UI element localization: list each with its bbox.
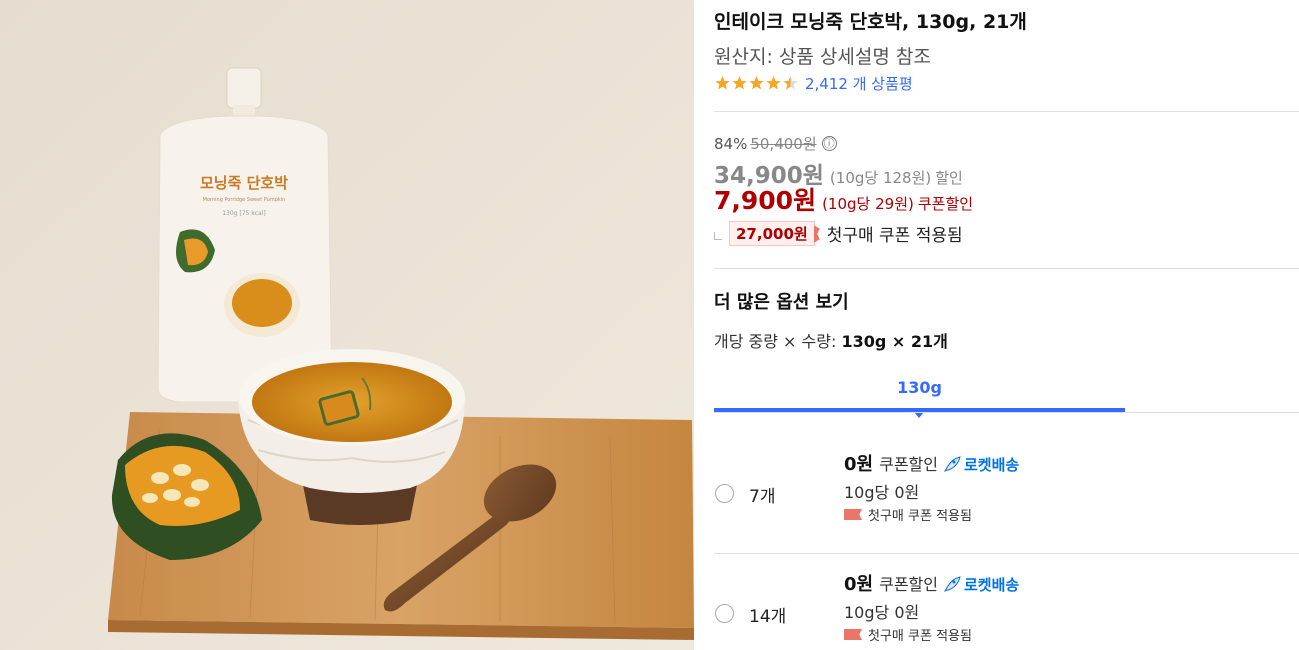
star-icon <box>749 76 764 90</box>
product-image: 모닝죽 단호박 Morning Porridge Sweet Pumpkin 1… <box>0 0 694 650</box>
info-icon[interactable]: ⓘ <box>821 136 837 151</box>
coupon-price: 7,900원 <box>714 186 817 215</box>
product-title: 인테이크 모닝죽 단호박, 130g, 21개 <box>714 11 1027 33</box>
spec-row: 개당 중량 × 수량: 130g × 21개 <box>714 328 948 352</box>
origin-text: 원산지: 상품 상세설명 참조 <box>714 46 931 68</box>
star-icon <box>715 76 730 90</box>
rating-row: 2,412 개 상품평 <box>714 72 913 94</box>
divider <box>714 412 1299 413</box>
star-icon <box>783 76 798 90</box>
star-icon <box>766 76 781 90</box>
coupon-tag-icon <box>844 629 862 640</box>
product-info-panel: 인테이크 모닝죽 단호박, 130g, 21개 원산지: 상품 상세설명 참조 … <box>714 0 1299 650</box>
rocket-icon <box>942 575 961 593</box>
option-qty: 7개 <box>749 487 776 507</box>
option-amount: 0원 <box>844 574 874 595</box>
coupon-label: 쿠폰할인 <box>917 195 974 213</box>
option-coupon-note: 첫구매 쿠폰 적용됨 <box>844 505 972 524</box>
first-purchase-badge: 27,000원 <box>729 221 820 246</box>
option-amount: 0원 <box>844 454 874 475</box>
star-rating[interactable] <box>714 75 799 91</box>
original-price: 50,400원 <box>750 135 817 153</box>
option-coupon-text: 첫구매 쿠폰 적용됨 <box>868 509 972 524</box>
option-discount-label: 쿠폰할인 <box>879 455 938 474</box>
discount-row: 84% 50,400원 ⓘ <box>714 133 837 154</box>
option-price-line: 0원 쿠폰할인 로켓배송 <box>844 570 1019 596</box>
pouch-name: 모닝죽 단호박 <box>200 174 288 192</box>
spec-label: 개당 중량 × 수량: <box>714 332 837 351</box>
options-title: 더 많은 옵션 보기 <box>714 292 849 313</box>
pouch-weight: 130g [75 kcal] <box>222 210 266 217</box>
tab-130g[interactable]: 130g <box>714 378 1125 412</box>
coupon-unit-price: (10g당 29원) <box>822 195 914 213</box>
star-icon <box>732 76 747 90</box>
rocket-icon <box>942 455 961 473</box>
option-qty: 14개 <box>749 607 787 627</box>
rocket-delivery-label: 로켓배송 <box>963 456 1020 474</box>
divider <box>714 268 1299 269</box>
option-radio[interactable] <box>715 604 734 623</box>
first-purchase-row: 27,000원 첫구매 쿠폰 적용됨 <box>714 221 963 246</box>
first-purchase-text: 첫구매 쿠폰 적용됨 <box>826 226 963 246</box>
option-radio[interactable] <box>715 484 734 503</box>
spec-value: 130g × 21개 <box>841 332 948 351</box>
first-purchase-price: 27,000원 <box>736 225 808 243</box>
coupon-tag-icon <box>844 509 862 520</box>
option-unit-price: 10g당 0원 <box>844 603 920 622</box>
divider <box>714 111 1299 112</box>
option-price-line: 0원 쿠폰할인 로켓배송 <box>844 450 1019 476</box>
rocket-delivery-badge: 로켓배송 <box>942 454 1019 475</box>
rocket-delivery-label: 로켓배송 <box>963 576 1020 594</box>
option-item[interactable]: 7개 0원 쿠폰할인 로켓배송 10g당 0원 첫구매 쿠폰 적용됨 <box>714 433 1299 553</box>
option-item[interactable]: 14개 0원 쿠폰할인 로켓배송 10g당 0원 첫구매 쿠폰 적용됨 <box>714 553 1299 650</box>
option-discount-label: 쿠폰할인 <box>879 575 938 594</box>
review-count-link[interactable]: 2,412 개 상품평 <box>805 73 913 94</box>
discount-percent: 84% <box>714 134 748 153</box>
coupon-ticket-icon <box>813 225 820 243</box>
option-coupon-text: 첫구매 쿠폰 적용됨 <box>868 629 972 644</box>
option-coupon-note: 첫구매 쿠폰 적용됨 <box>844 625 972 644</box>
coupon-price-row: 7,900원 (10g당 29원) 쿠폰할인 <box>714 181 973 217</box>
option-unit-price: 10g당 0원 <box>844 483 920 502</box>
corner-mark-icon <box>714 231 722 240</box>
pouch-subtitle: Morning Porridge Sweet Pumpkin <box>203 197 286 203</box>
rocket-delivery-badge: 로켓배송 <box>942 574 1019 595</box>
